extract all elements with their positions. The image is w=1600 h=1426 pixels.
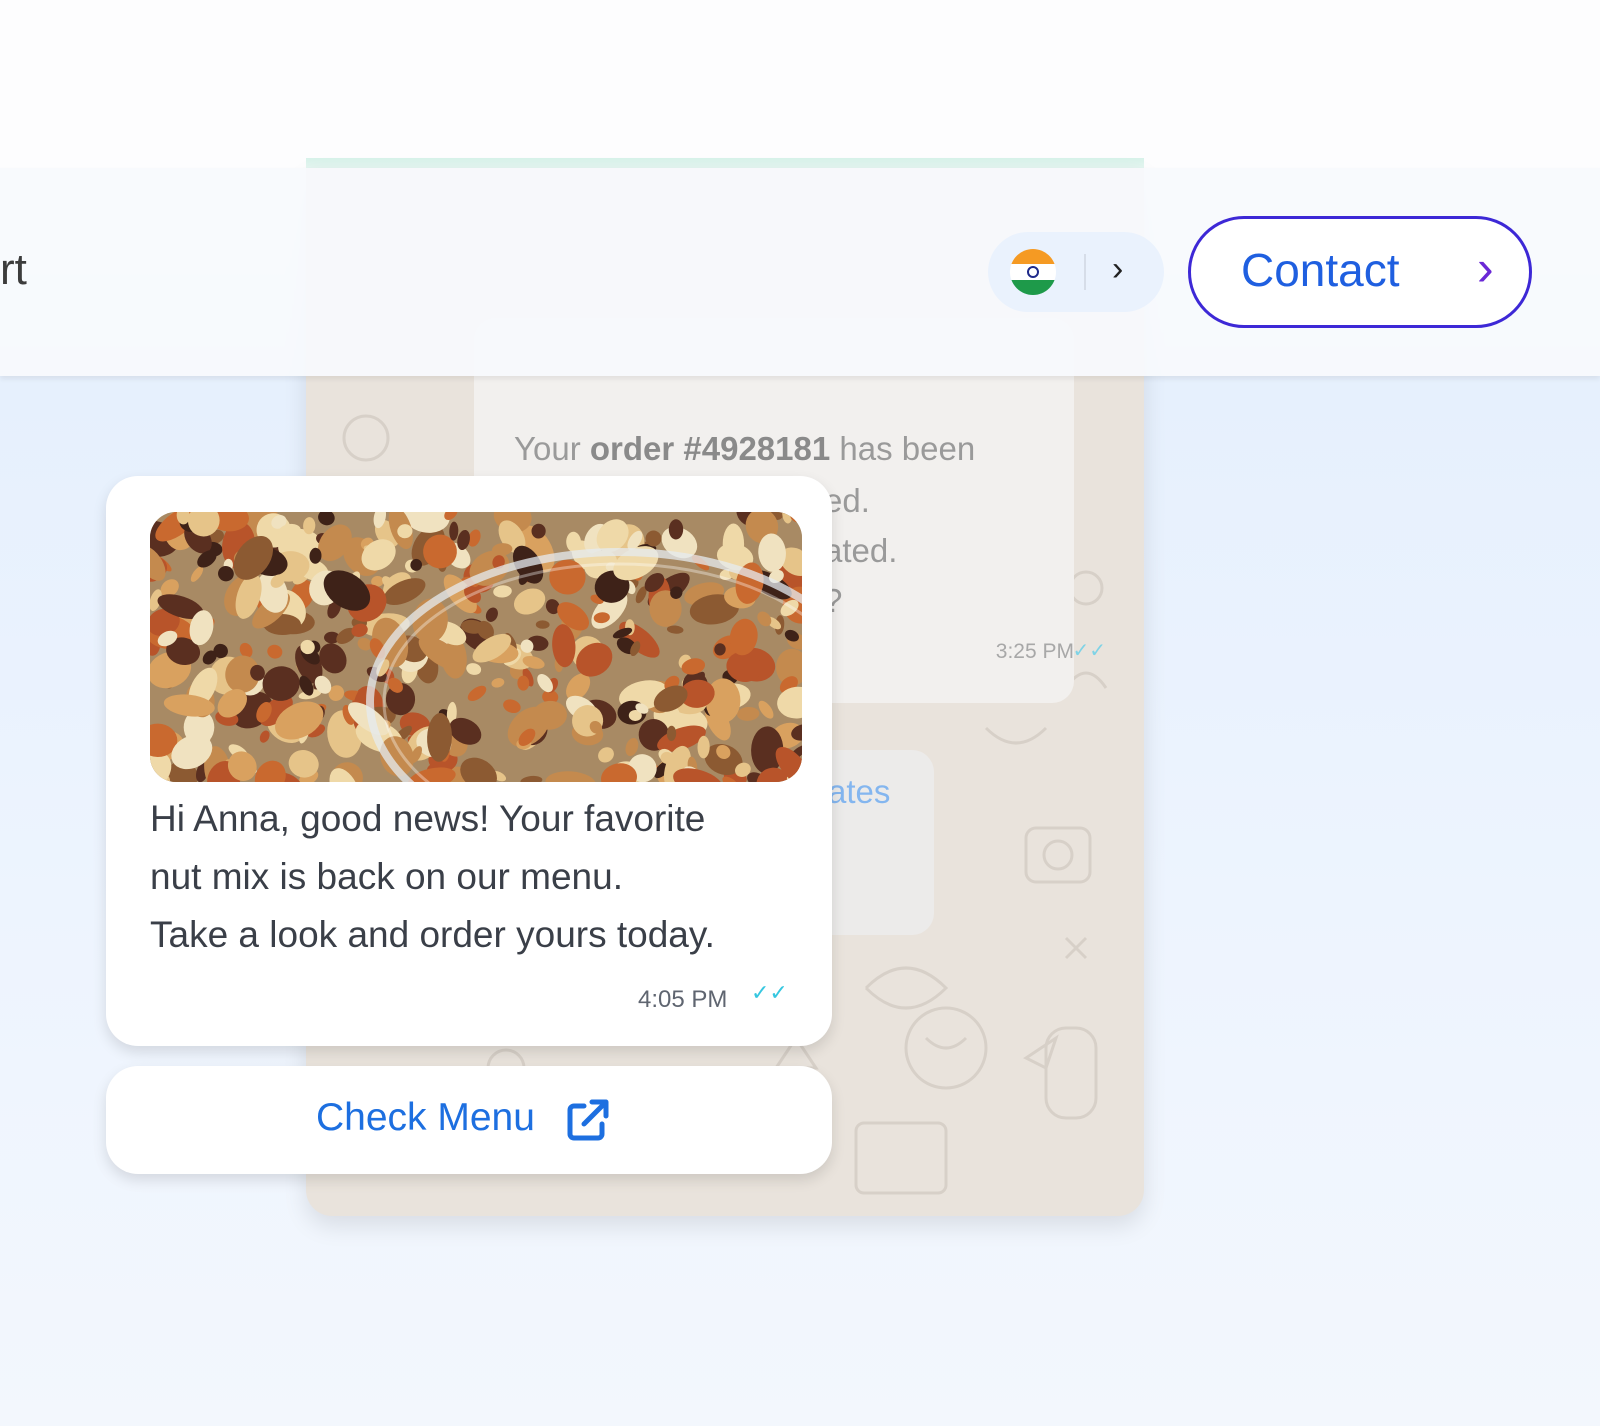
template-message-card: Hi Anna, good news! Your favorite nut mi… [106,476,832,1046]
order-message-time: 3:25 PM [995,640,1074,663]
chevron-right-icon: › [1477,240,1494,296]
nut-mix-illustration [150,512,802,782]
india-flag-icon [1010,249,1056,295]
contact-button[interactable]: Contact › [1188,216,1532,328]
nav-link-partial[interactable]: rt [0,245,27,295]
page-top-area [0,0,1600,168]
order-message-line3: ated. [824,532,898,569]
read-receipt-icon: ✓✓ [1072,640,1106,662]
chevron-right-icon: › [1112,250,1124,288]
order-message-line1: Your order #4928181 has been [514,430,976,467]
check-menu-button[interactable]: Check Menu [106,1066,832,1174]
language-selector[interactable]: › [988,232,1164,312]
message-line: Take a look and order yours today. [150,914,715,955]
contact-button-label: Contact [1241,244,1400,296]
message-body: Hi Anna, good news! Your favorite nut mi… [150,790,800,964]
double-check-icon: ✓✓ [751,980,788,1005]
message-line: Hi Anna, good news! Your favorite [150,798,706,839]
external-link-icon [567,1099,609,1141]
message-time: 4:05 PM [638,986,728,1013]
language-divider [1084,254,1086,290]
message-line: nut mix is back on our menu. [150,856,623,897]
updates-link[interactable]: ates [828,773,890,811]
check-menu-label: Check Menu [316,1096,535,1139]
nut-mix-image [150,512,802,782]
